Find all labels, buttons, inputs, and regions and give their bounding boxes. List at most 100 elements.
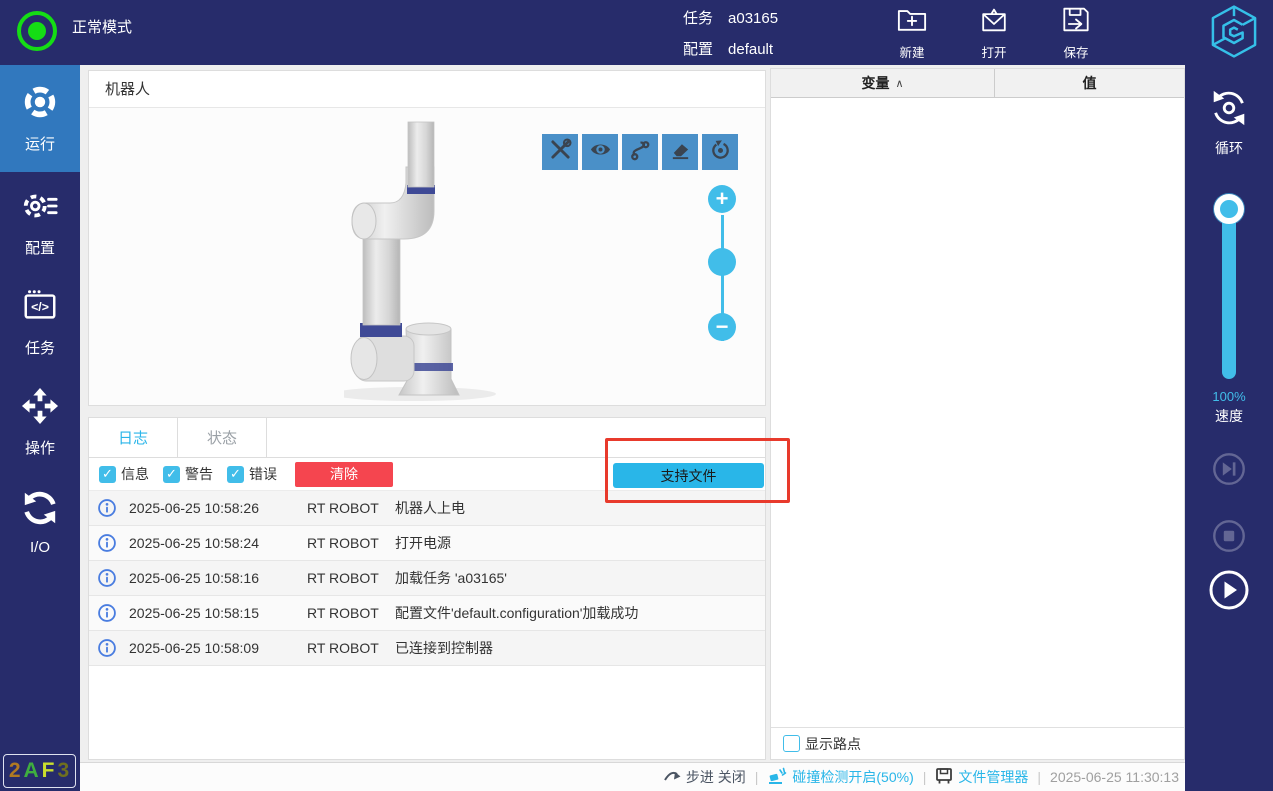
sidebar-item-label: 配置 [24,239,55,257]
log-time: 2025-06-25 10:58:24 [129,535,259,551]
tools-button[interactable] [542,134,578,170]
step-forward-button[interactable] [1210,450,1248,493]
log-source: RT ROBOT [307,605,379,621]
clock-timestamp: 2025-06-25 11:30:13 [1050,769,1179,785]
eraser-icon [669,138,692,166]
visibility-button[interactable] [582,134,618,170]
move-arrows-icon [21,387,59,430]
separator: | [1037,769,1042,785]
zoom-in-button[interactable]: + [708,185,736,213]
tab-log[interactable]: 日志 [89,418,178,457]
info-filter-checkbox[interactable]: ✓ [99,465,116,483]
column-header-value[interactable]: 值 [995,69,1184,97]
path-button[interactable] [622,134,658,170]
io-cycle-icon [21,489,59,532]
svg-text:</>: </> [31,300,49,314]
separator: | [754,769,759,785]
zoom-slider-handle[interactable] [708,248,736,276]
statusbar: 步进 关闭 | 碰撞检测开启(50%) | 文件管理器 | 2025-06-25… [80,762,1185,791]
log-panel: 日志 状态 ✓ 信息 ✓ 警告 ✓ 错误 清除 支持文件 2025-06-25 … [88,417,766,760]
log-time: 2025-06-25 10:58:09 [129,640,259,656]
left-sidebar: 运行 配置 </> 任务 操作 I/O 2 A F 3 [0,65,80,791]
step-mode-indicator[interactable]: 步进 关闭 [663,767,746,787]
info-icon [97,603,117,623]
log-source: RT ROBOT [307,570,379,586]
clear-log-button[interactable]: 清除 [295,461,393,487]
zoom-out-button[interactable]: − [708,313,736,341]
sidebar-item-operate[interactable]: 操作 [0,372,80,472]
task-value: a03165 [728,10,779,27]
collision-detection-indicator[interactable]: 碰撞检测开启(50%) [767,767,914,788]
speed-slider [1214,194,1244,379]
run-icon [21,83,59,126]
warning-filter-checkbox[interactable]: ✓ [163,465,180,483]
show-waypoints-checkbox[interactable] [783,735,800,752]
info-icon [97,533,117,553]
badge-char: F [41,759,56,782]
transport-controls [1207,426,1251,617]
topbar: 正常模式 任务 a03165 配置 default 新建 打开 保存 [0,0,1273,65]
sidebar-item-label: I/O [29,538,50,556]
step-arrow-icon [663,768,681,787]
log-time: 2025-06-25 10:58:16 [129,570,259,586]
log-time: 2025-06-25 10:58:15 [129,605,259,621]
log-row[interactable]: 2025-06-25 10:58:26 RT ROBOT 机器人上电 [89,491,765,526]
new-button[interactable]: 新建 [883,6,941,61]
variables-panel: 变量 ∧ 值 显示路点 [770,68,1185,760]
column-header-variable[interactable]: 变量 ∧ [771,69,995,97]
log-row[interactable]: 2025-06-25 10:58:09 RT ROBOT 已连接到控制器 [89,631,765,666]
log-source: RT ROBOT [307,640,379,656]
sidebar-item-run[interactable]: 运行 [0,65,80,172]
sidebar-item-io[interactable]: I/O [0,472,80,572]
tab-status[interactable]: 状态 [178,418,267,457]
log-row[interactable]: 2025-06-25 10:58:16 RT ROBOT 加载任务 'a0316… [89,561,765,596]
eraser-button[interactable] [662,134,698,170]
tools-icon [549,138,572,166]
rotate-button[interactable] [702,134,738,170]
stop-button[interactable] [1210,517,1248,560]
log-message: 打开电源 [395,535,451,551]
eye-icon [589,138,612,166]
log-message: 机器人上电 [395,500,465,516]
log-tabstrip: 日志 状态 [89,418,765,458]
right-sidebar: 循环 100% 速度 [1185,65,1273,791]
speed-slider-handle[interactable] [1214,194,1244,224]
open-button[interactable]: 打开 [965,6,1023,61]
save-button[interactable]: 保存 [1047,6,1105,61]
robot-3d-view[interactable]: + − [89,108,765,405]
robot-panel-title: 机器人 [89,71,765,108]
log-list: 2025-06-25 10:58:26 RT ROBOT 机器人上电 2025-… [89,491,765,666]
show-waypoints-row: 显示路点 [771,727,1184,759]
speed-slider-track[interactable] [1222,206,1236,379]
drive-icon [935,767,953,787]
open-file-icon [979,6,1009,38]
column-label: 值 [1082,75,1097,91]
task-label: 任务 [683,10,714,27]
config-label: 配置 [683,41,714,58]
info-icon [97,638,117,658]
log-row[interactable]: 2025-06-25 10:58:15 RT ROBOT 配置文件'defaul… [89,596,765,631]
log-message: 配置文件'default.configuration'加载成功 [395,605,639,621]
error-filter-label: 错误 [249,466,277,482]
show-waypoints-label: 显示路点 [805,735,861,752]
info-filter-label: 信息 [121,466,149,482]
separator: | [922,769,927,785]
log-row[interactable]: 2025-06-25 10:58:24 RT ROBOT 打开电源 [89,526,765,561]
sidebar-item-label: 运行 [24,136,55,153]
error-filter-checkbox[interactable]: ✓ [227,465,244,483]
loop-mode-button[interactable]: 循环 [1208,87,1250,158]
brand-logo-icon [1211,4,1257,64]
sidebar-item-config[interactable]: 配置 [0,172,80,272]
log-time: 2025-06-25 10:58:26 [129,500,259,516]
step-mode-label: 步进 关闭 [685,769,746,785]
play-button[interactable] [1207,568,1251,617]
config-value: default [728,41,774,58]
file-manager-button[interactable]: 文件管理器 [935,767,1028,787]
support-file-button[interactable]: 支持文件 [613,463,764,488]
sidebar-item-task[interactable]: </> 任务 [0,272,80,372]
log-message: 已连接到控制器 [395,640,493,656]
code-window-icon: </> [21,287,59,330]
sidebar-item-label: 操作 [24,439,55,457]
loop-icon [1208,87,1250,134]
stop-icon [1210,520,1248,559]
